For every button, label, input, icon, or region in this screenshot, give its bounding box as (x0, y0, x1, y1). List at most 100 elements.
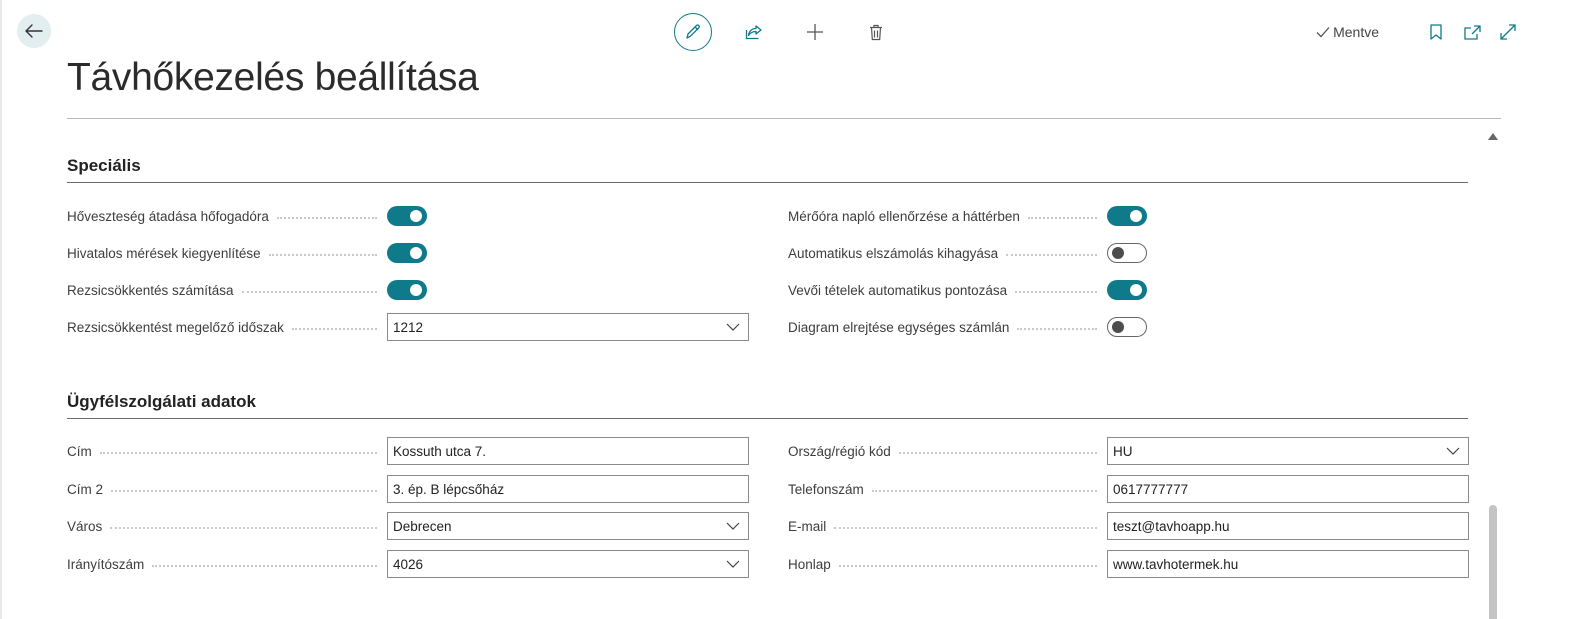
label-leader-dots (152, 565, 377, 567)
field-address: Cím Kossuth utca 7. (67, 436, 749, 466)
field-skip-auto-settlement: Automatikus elszámolás kihagyása (788, 238, 1469, 268)
open-new-window-button[interactable] (1459, 19, 1485, 45)
field-label: Hivatalos mérések kiegyenlítése (67, 245, 261, 261)
saved-status-label: Mentve (1333, 24, 1379, 40)
field-pre-reduction-period: Rezsicsökkentést megelőző időszak 1212 (67, 312, 749, 342)
field-meter-log-check: Mérőóra napló ellenőrzése a háttérben (788, 201, 1469, 231)
toggle-switch[interactable] (1107, 243, 1147, 263)
field-label: Hőveszteség átadása hőfogadóra (67, 208, 269, 224)
address-2-input[interactable]: 3. ép. B lépcsőház (387, 475, 749, 503)
window-edge (0, 0, 2, 619)
select-value: 1212 (393, 319, 424, 335)
field-homepage: Honlap www.tavhotermek.hu (788, 549, 1469, 579)
postal-code-select[interactable]: 4026 (387, 550, 749, 578)
field-label: Rezsicsökkentést megelőző időszak (67, 319, 284, 335)
select-value: HU (1113, 443, 1133, 459)
chevron-down-icon (1446, 447, 1460, 455)
country-region-select[interactable]: HU (1107, 437, 1469, 465)
label-leader-dots (276, 217, 377, 219)
plus-icon (807, 24, 823, 40)
field-hide-chart-on-invoice: Diagram elrejtése egységes számlán (788, 312, 1469, 342)
label-leader-dots (1017, 328, 1097, 330)
saved-status: Mentve (1316, 24, 1379, 40)
toggle-switch[interactable] (1107, 206, 1147, 226)
bookmark-button[interactable] (1423, 19, 1449, 45)
field-label: Vevői tételek automatikus pontozása (788, 282, 1008, 298)
field-label: Irányítószám (67, 556, 145, 572)
field-label: Diagram elrejtése egységes számlán (788, 319, 1010, 335)
field-email: E-mail teszt@tavhoapp.hu (788, 511, 1469, 541)
field-heat-loss-transfer: Hőveszteség átadása hőfogadóra (67, 201, 749, 231)
toggle-switch[interactable] (1107, 317, 1147, 337)
label-leader-dots (241, 291, 377, 293)
bookmark-icon (1430, 24, 1442, 40)
field-label: Automatikus elszámolás kihagyása (788, 245, 999, 261)
edit-button[interactable] (674, 13, 712, 51)
toggle-switch[interactable] (387, 206, 427, 226)
field-label: Város (67, 518, 103, 534)
toggle-knob (1112, 321, 1124, 333)
label-leader-dots (99, 452, 377, 454)
label-leader-dots (111, 490, 377, 492)
toggle-knob (410, 210, 422, 222)
label-leader-dots (110, 527, 377, 529)
field-postal-code: Irányítószám 4026 (67, 549, 749, 579)
field-label: Honlap (788, 556, 831, 572)
field-label: Rezsicsökkentés számítása (67, 282, 234, 298)
checkmark-icon (1316, 27, 1330, 38)
label-leader-dots (871, 490, 1097, 492)
address-input[interactable]: Kossuth utca 7. (387, 437, 749, 465)
back-button[interactable] (17, 14, 51, 48)
field-country-region-code: Ország/régió kód HU (788, 436, 1469, 466)
phone-input[interactable]: 0617777777 (1107, 475, 1469, 503)
toggle-knob (1112, 247, 1124, 259)
city-select[interactable]: Debrecen (387, 512, 749, 540)
trash-icon (870, 24, 882, 40)
field-auto-apply-customer-entries: Vevői tételek automatikus pontozása (788, 275, 1469, 305)
new-button[interactable] (796, 13, 834, 51)
label-leader-dots (834, 527, 1097, 529)
label-leader-dots (291, 328, 377, 330)
delete-button[interactable] (857, 13, 895, 51)
arrow-left-icon (25, 24, 43, 38)
field-label: Cím 2 (67, 481, 104, 497)
label-leader-dots (1015, 291, 1097, 293)
field-city: Város Debrecen (67, 511, 749, 541)
open-in-new-window-icon (1463, 24, 1481, 40)
field-phone: Telefonszám 0617777777 (788, 474, 1469, 504)
chevron-down-icon (726, 560, 740, 568)
label-leader-dots (898, 452, 1097, 454)
toggle-switch[interactable] (387, 280, 427, 300)
toggle-knob (1130, 210, 1142, 222)
vertical-scrollbar[interactable] (1489, 505, 1497, 619)
field-utility-reduction-calc: Rezsicsökkentés számítása (67, 275, 749, 305)
select-value: 4026 (393, 556, 424, 572)
field-official-measurement-balance: Hivatalos mérések kiegyenlítése (67, 238, 749, 268)
toggle-knob (410, 284, 422, 296)
email-input[interactable]: teszt@tavhoapp.hu (1107, 512, 1469, 540)
section-divider (67, 182, 1468, 183)
field-label: Ország/régió kód (788, 443, 891, 459)
label-leader-dots (268, 254, 377, 256)
field-label: Mérőóra napló ellenőrzése a háttérben (788, 208, 1020, 224)
homepage-input[interactable]: www.tavhotermek.hu (1107, 550, 1469, 578)
toggle-knob (410, 247, 422, 259)
toggle-switch[interactable] (1107, 280, 1147, 300)
field-label: Telefonszám (788, 481, 864, 497)
chevron-down-icon (726, 522, 740, 530)
select-value: Debrecen (393, 518, 452, 534)
field-address-2: Cím 2 3. ép. B lépcsőház (67, 474, 749, 504)
section-heading-customer-service[interactable]: Ügyfélszolgálati adatok (67, 392, 256, 412)
page-title: Távhőkezelés beállítása (67, 56, 479, 99)
share-button[interactable] (735, 13, 773, 51)
chevron-down-icon (726, 323, 740, 331)
expand-button[interactable] (1495, 19, 1521, 45)
label-leader-dots (1006, 254, 1097, 256)
share-icon (745, 25, 762, 40)
caret-up-icon[interactable] (1488, 133, 1498, 140)
section-heading-special[interactable]: Speciális (67, 156, 141, 176)
period-select[interactable]: 1212 (387, 313, 749, 341)
label-leader-dots (1027, 217, 1097, 219)
section-divider (67, 418, 1468, 419)
toggle-switch[interactable] (387, 243, 427, 263)
